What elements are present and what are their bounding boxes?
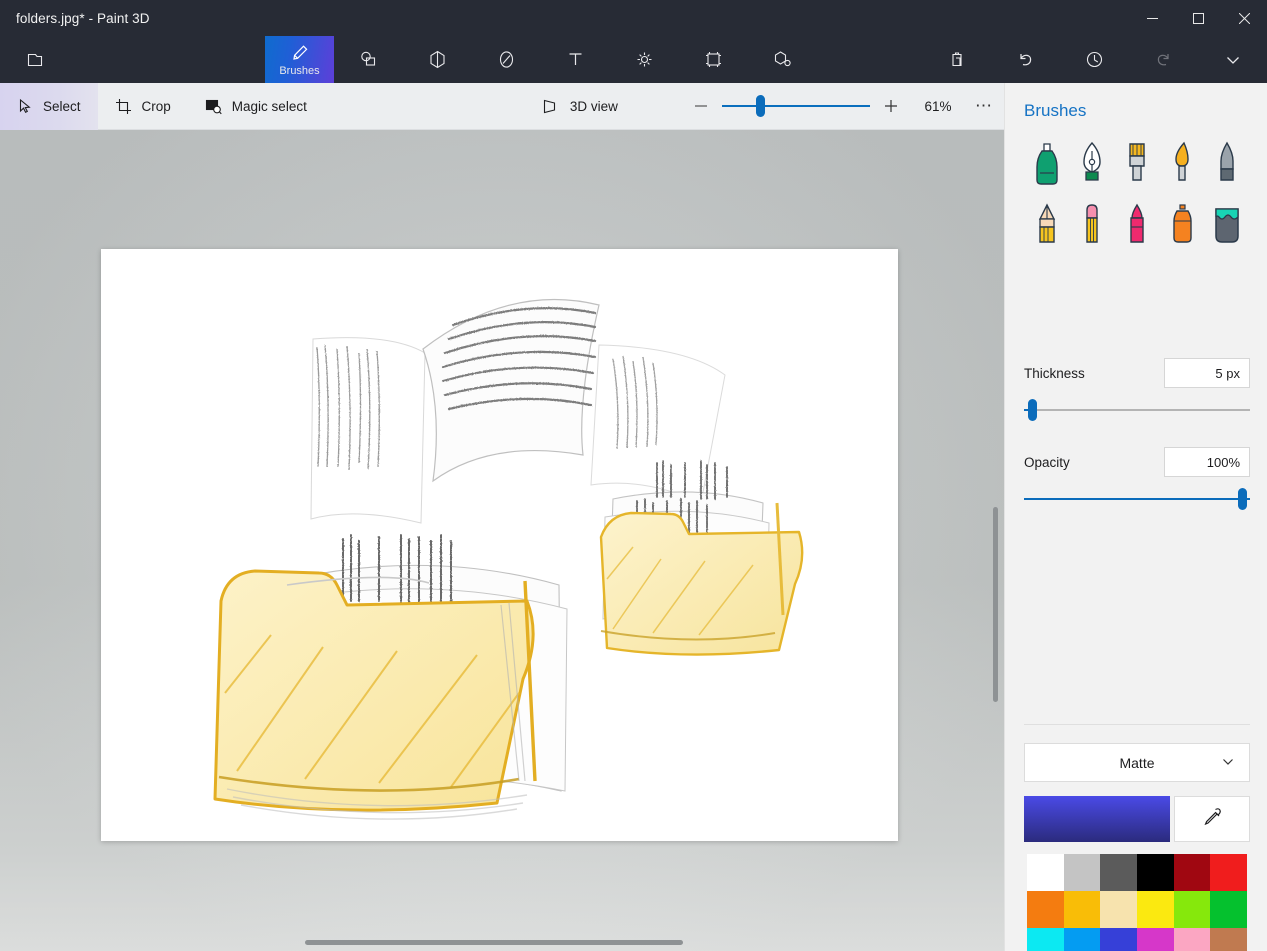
zoom-level-label: 61% bbox=[924, 98, 952, 114]
color-swatch[interactable] bbox=[1063, 891, 1101, 928]
maximize-icon[interactable] bbox=[1175, 0, 1221, 36]
opacity-row: Opacity 100% bbox=[1024, 447, 1250, 477]
zoom-slider-track bbox=[722, 105, 870, 107]
close-icon[interactable] bbox=[1221, 0, 1267, 36]
chevron-down-icon bbox=[1221, 754, 1235, 771]
drawing-canvas[interactable] bbox=[101, 249, 898, 841]
color-swatch[interactable] bbox=[1210, 891, 1247, 928]
brushes-panel: Brushes Thickness 5 px Opacity 100% Matt… bbox=[1004, 83, 1267, 951]
pencil-brush[interactable] bbox=[1024, 197, 1069, 253]
color-swatch[interactable] bbox=[1210, 928, 1247, 951]
history-button[interactable] bbox=[1060, 36, 1129, 83]
window-title: folders.jpg* - Paint 3D bbox=[16, 10, 150, 26]
marker-brush[interactable] bbox=[1024, 135, 1069, 191]
color-swatch[interactable] bbox=[1027, 891, 1064, 928]
color-swatch[interactable] bbox=[1027, 928, 1064, 951]
thickness-label: Thickness bbox=[1024, 365, 1085, 381]
sub-toolbar: Select Crop Magic select 3D view 61% ⋯ bbox=[0, 82, 1004, 130]
crop-icon bbox=[115, 98, 132, 115]
more-options-button[interactable]: ⋯ bbox=[964, 83, 1004, 130]
eyedropper-icon bbox=[1203, 807, 1222, 831]
opacity-slider-fill bbox=[1024, 498, 1250, 500]
opacity-label: Opacity bbox=[1024, 454, 1070, 470]
magic-select-label: Magic select bbox=[231, 98, 307, 114]
tab-brushes[interactable]: Brushes bbox=[265, 36, 334, 83]
current-color-swatch[interactable] bbox=[1024, 796, 1170, 842]
color-swatch[interactable] bbox=[1137, 891, 1174, 928]
panel-divider bbox=[1024, 724, 1250, 725]
select-button[interactable]: Select bbox=[0, 82, 98, 130]
material-dropdown[interactable]: Matte bbox=[1024, 743, 1250, 782]
crop-label: Crop bbox=[141, 98, 171, 114]
zoom-in-button[interactable] bbox=[870, 83, 912, 130]
thickness-slider[interactable] bbox=[1024, 399, 1250, 421]
pixel-pen-brush[interactable] bbox=[1205, 135, 1250, 191]
color-swatch[interactable] bbox=[1100, 928, 1137, 951]
paste-button[interactable] bbox=[922, 36, 991, 83]
zoom-out-button[interactable] bbox=[680, 83, 722, 130]
color-swatch[interactable] bbox=[1027, 854, 1064, 891]
window-controls bbox=[1129, 0, 1267, 36]
thickness-slider-thumb[interactable] bbox=[1028, 399, 1037, 421]
canvas-horizontal-scrollbar[interactable] bbox=[305, 940, 683, 945]
main-toolbar: Brushes bbox=[0, 36, 1267, 83]
zoom-slider-thumb[interactable] bbox=[756, 95, 766, 117]
brush-grid bbox=[1024, 135, 1250, 253]
tab-effects[interactable] bbox=[610, 36, 679, 83]
eyedropper-button[interactable] bbox=[1174, 796, 1250, 842]
color-swatch[interactable] bbox=[1100, 891, 1137, 928]
title-bar: folders.jpg* - Paint 3D bbox=[0, 0, 1267, 36]
color-swatch[interactable] bbox=[1210, 854, 1247, 891]
magic-select-button[interactable]: Magic select bbox=[188, 83, 324, 130]
panel-title: Brushes bbox=[1024, 101, 1087, 120]
tab-3d-library[interactable] bbox=[748, 36, 817, 83]
color-palette bbox=[1027, 854, 1247, 951]
tab-text[interactable] bbox=[541, 36, 610, 83]
3d-view-label: 3D view bbox=[569, 98, 618, 114]
expand-menu-button[interactable] bbox=[1198, 36, 1267, 83]
tab-stickers[interactable] bbox=[472, 36, 541, 83]
crayon-brush[interactable] bbox=[1114, 197, 1159, 253]
zoom-slider[interactable] bbox=[722, 83, 870, 130]
tab-canvas[interactable] bbox=[679, 36, 748, 83]
tab-2d-shapes[interactable] bbox=[334, 36, 403, 83]
cursor-icon bbox=[17, 98, 33, 114]
material-value: Matte bbox=[1119, 754, 1155, 771]
menu-button[interactable] bbox=[0, 36, 69, 83]
color-swatch[interactable] bbox=[1137, 854, 1174, 891]
spray-can-brush[interactable] bbox=[1160, 197, 1205, 253]
crop-button[interactable]: Crop bbox=[98, 83, 188, 130]
opacity-slider[interactable] bbox=[1024, 488, 1250, 510]
thickness-row: Thickness 5 px bbox=[1024, 358, 1250, 388]
calligraphy-pen-brush[interactable] bbox=[1069, 135, 1114, 191]
color-swatch[interactable] bbox=[1173, 928, 1211, 951]
canvas-workspace[interactable] bbox=[0, 130, 1004, 951]
magic-select-icon bbox=[205, 98, 222, 115]
oil-brush[interactable] bbox=[1114, 135, 1159, 191]
3d-view-icon bbox=[542, 98, 560, 115]
canvas-vertical-scrollbar[interactable] bbox=[993, 507, 998, 702]
3d-view-button[interactable]: 3D view bbox=[525, 83, 635, 130]
current-color-row bbox=[1024, 796, 1250, 842]
color-swatch[interactable] bbox=[1063, 928, 1101, 951]
color-swatch[interactable] bbox=[1137, 928, 1174, 951]
thickness-slider-track bbox=[1024, 409, 1250, 411]
opacity-value[interactable]: 100% bbox=[1164, 447, 1250, 477]
color-swatch[interactable] bbox=[1173, 854, 1211, 891]
redo-button[interactable] bbox=[1129, 36, 1198, 83]
watercolor-brush[interactable] bbox=[1160, 135, 1205, 191]
eraser-brush[interactable] bbox=[1069, 197, 1114, 253]
select-label: Select bbox=[43, 98, 81, 114]
color-swatch[interactable] bbox=[1063, 854, 1101, 891]
zoom-controls: 61% ⋯ bbox=[680, 83, 1004, 130]
tab-3d-shapes[interactable] bbox=[403, 36, 472, 83]
thickness-value[interactable]: 5 px bbox=[1164, 358, 1250, 388]
undo-button[interactable] bbox=[991, 36, 1060, 83]
minimize-icon[interactable] bbox=[1129, 0, 1175, 36]
tab-brushes-label: Brushes bbox=[279, 64, 320, 77]
fill-bucket-brush[interactable] bbox=[1205, 197, 1250, 253]
opacity-slider-thumb[interactable] bbox=[1238, 488, 1247, 510]
color-swatch[interactable] bbox=[1100, 854, 1137, 891]
color-swatch[interactable] bbox=[1173, 891, 1211, 928]
